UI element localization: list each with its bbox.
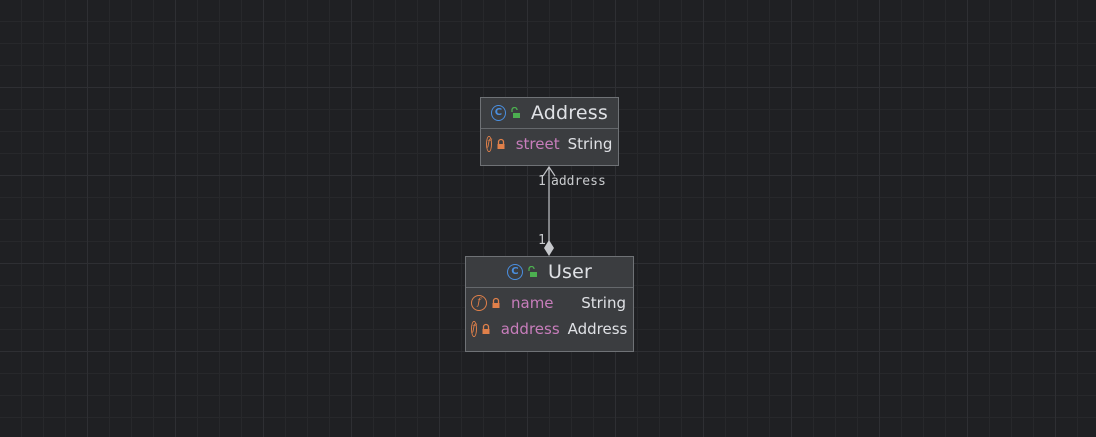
field-f-icon: f — [471, 321, 477, 337]
field-name: address — [500, 320, 560, 338]
diagram-canvas[interactable]: 1 address 1 C Address f street String C … — [0, 0, 1096, 437]
class-name: User — [547, 261, 593, 283]
class-box-address[interactable]: C Address f street String — [480, 97, 619, 166]
field-name: street — [515, 135, 560, 153]
field-f-icon: f — [486, 136, 492, 152]
class-header: C User — [466, 257, 633, 288]
field-row[interactable]: f street String — [481, 131, 618, 157]
lock-icon — [495, 138, 507, 150]
class-c-icon: C — [491, 105, 506, 121]
lock-icon — [480, 323, 492, 335]
field-row[interactable]: f name String — [466, 290, 633, 316]
open-lock-icon — [526, 266, 538, 278]
target-role-label: address — [551, 174, 606, 189]
field-type: Address — [567, 320, 628, 338]
composition-connector[interactable] — [0, 0, 1096, 437]
field-type: String — [581, 294, 626, 312]
lock-icon — [490, 297, 502, 309]
open-lock-icon — [509, 107, 521, 119]
class-c-icon: C — [506, 264, 523, 280]
target-multiplicity-label: 1 — [538, 174, 546, 189]
field-name: name — [511, 294, 554, 312]
source-multiplicity-label: 1 — [538, 233, 546, 248]
class-box-user[interactable]: C User f name String f address Address — [465, 256, 634, 352]
field-row[interactable]: f address Address — [466, 316, 633, 342]
class-name: Address — [530, 102, 608, 124]
field-f-icon: f — [471, 295, 487, 311]
class-header: C Address — [481, 98, 618, 129]
field-type: String — [567, 135, 613, 153]
